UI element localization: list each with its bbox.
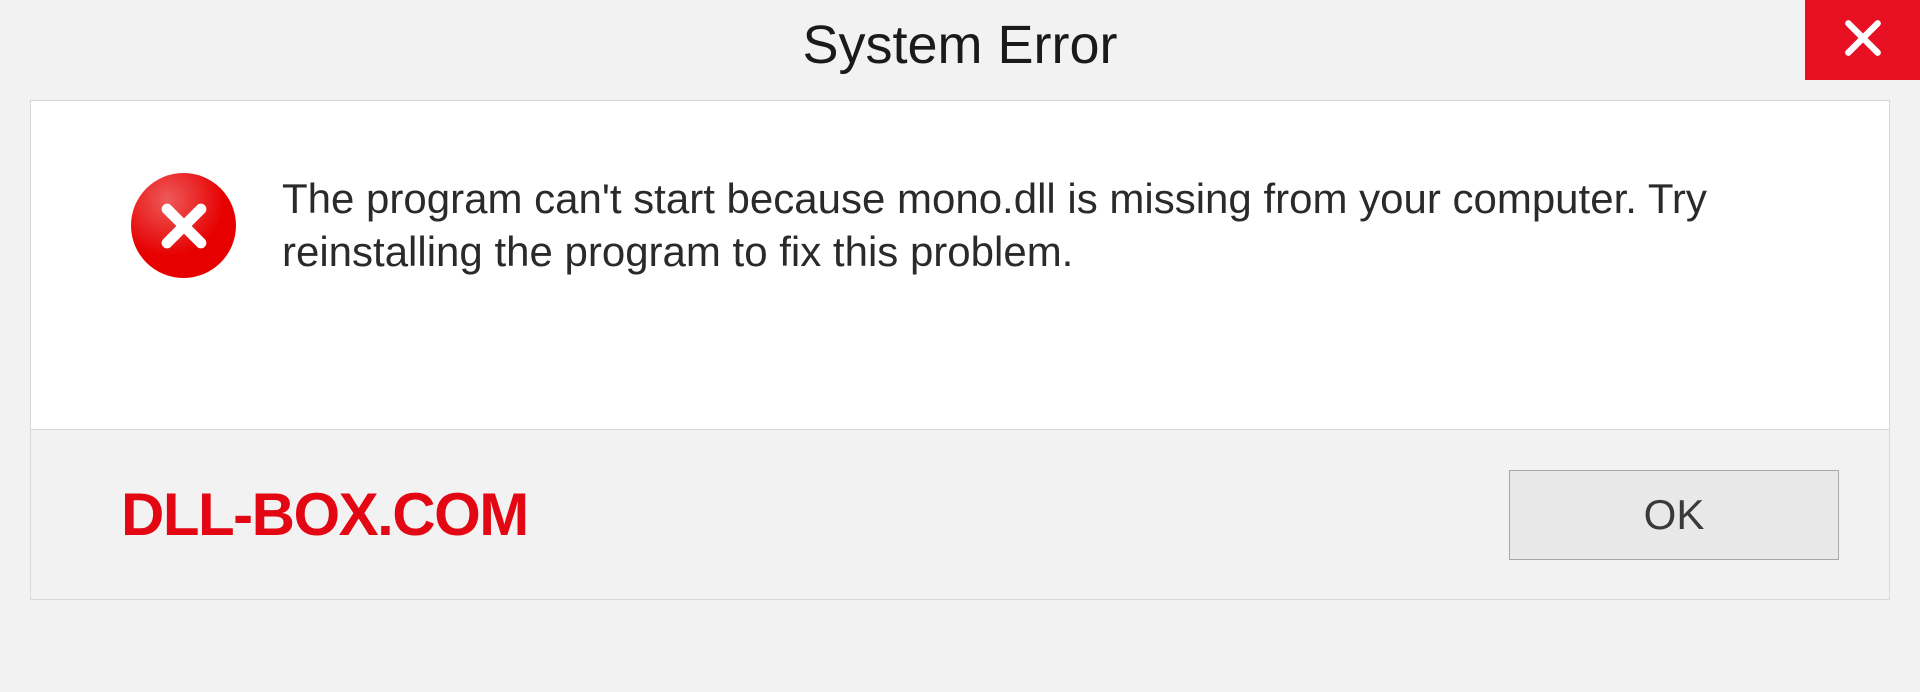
error-message: The program can't start because mono.dll… [282, 173, 1829, 278]
footer-bar: DLL-BOX.COM OK [30, 430, 1890, 600]
content-panel: The program can't start because mono.dll… [30, 100, 1890, 430]
ok-button[interactable]: OK [1509, 470, 1839, 560]
close-button[interactable] [1805, 0, 1920, 80]
watermark-text: DLL-BOX.COM [121, 480, 528, 549]
window-title: System Error [802, 14, 1117, 76]
error-icon [131, 173, 236, 278]
title-bar: System Error [0, 0, 1920, 90]
close-icon [1841, 16, 1885, 65]
